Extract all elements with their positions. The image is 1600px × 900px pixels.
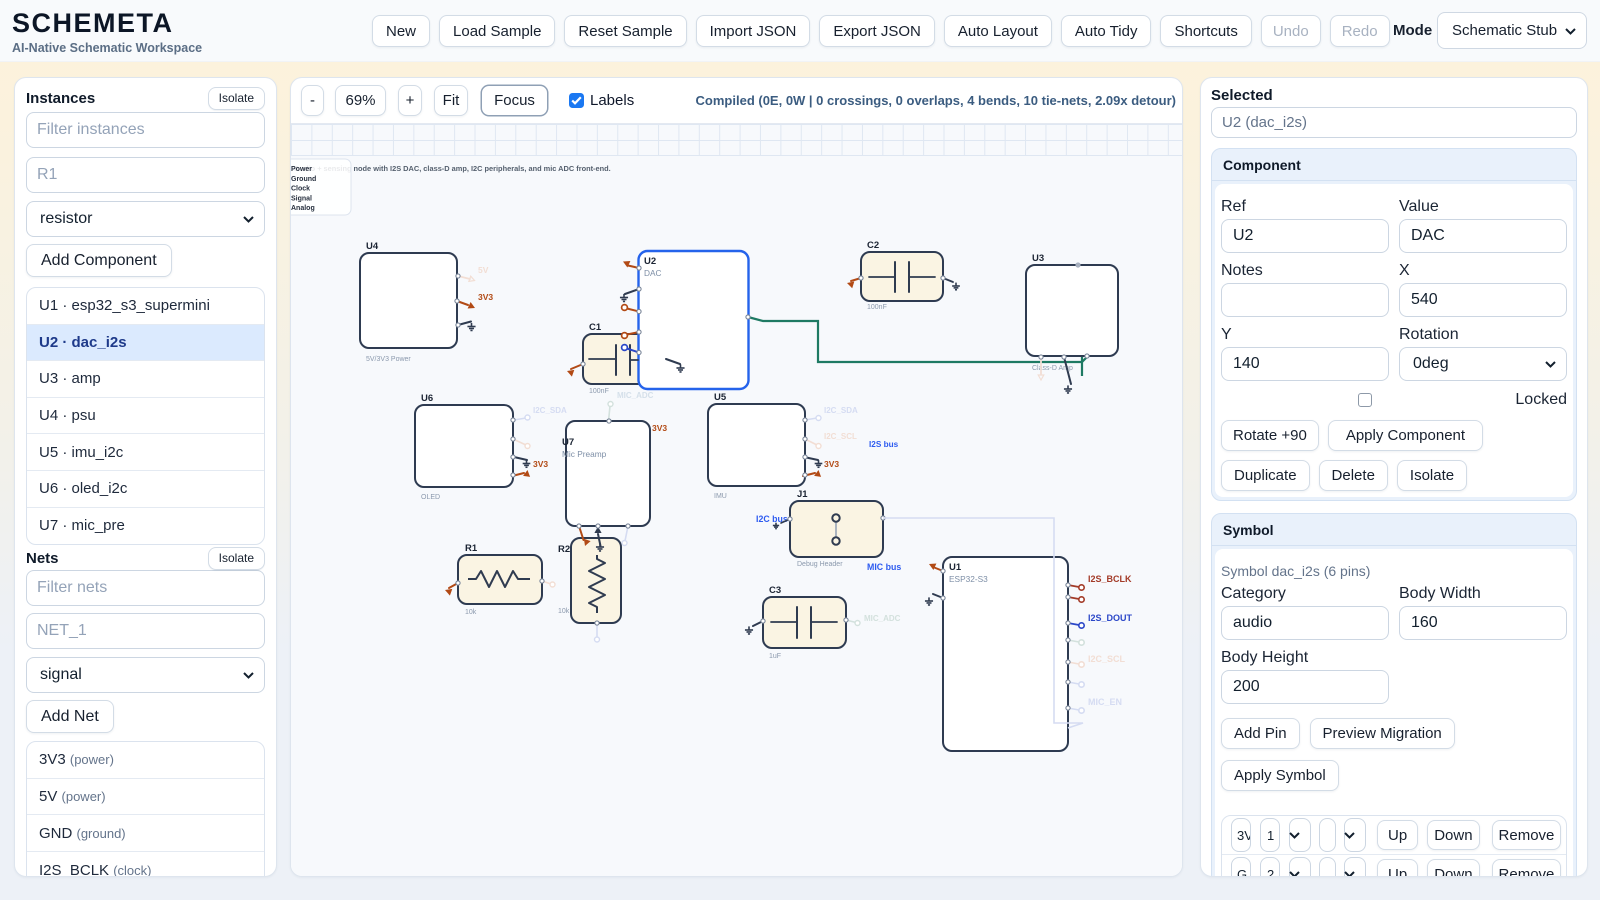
svg-text:I2S_BCLK: I2S_BCLK (1088, 574, 1132, 584)
svg-text:U5: U5 (714, 392, 727, 403)
svg-text:Clock: Clock (291, 186, 310, 193)
svg-text:node with I2S DAC, class-D amp: node with I2S DAC, class-D amp, I2C peri… (354, 164, 611, 173)
svg-text:100nF: 100nF (589, 388, 609, 395)
svg-text:I2C_SCL: I2C_SCL (1088, 654, 1126, 664)
svg-text:10k: 10k (465, 609, 477, 616)
svg-text:10k: 10k (558, 608, 570, 615)
svg-text:U2: U2 (644, 256, 656, 267)
svg-text:Mic Preamp: Mic Preamp (562, 449, 607, 459)
svg-text:3V3: 3V3 (824, 459, 839, 469)
svg-text:OLED: OLED (421, 494, 440, 501)
svg-text:U3: U3 (1032, 253, 1044, 264)
svg-text:5V: 5V (478, 265, 489, 275)
svg-text:U1: U1 (949, 562, 962, 573)
svg-text:I2S_DOUT: I2S_DOUT (1088, 613, 1133, 623)
svg-text:U6: U6 (421, 393, 433, 404)
svg-text:I2C_SCL: I2C_SCL (824, 432, 857, 441)
svg-text:Signal: Signal (291, 195, 312, 202)
svg-text:ESP32-S3: ESP32-S3 (949, 574, 988, 584)
svg-text:1uF: 1uF (769, 653, 781, 660)
svg-text:Debug Header: Debug Header (797, 561, 843, 568)
svg-text:U7: U7 (562, 437, 574, 448)
svg-text:3V3: 3V3 (478, 292, 493, 302)
svg-text:Analog: Analog (291, 205, 315, 212)
svg-text:J1: J1 (797, 489, 808, 500)
svg-text:MIC_EN: MIC_EN (1088, 697, 1122, 707)
svg-text:C2: C2 (867, 240, 879, 251)
svg-text:C1: C1 (589, 322, 602, 333)
svg-text:MIC_ADC: MIC_ADC (617, 391, 654, 400)
svg-text:I2C_SDA: I2C_SDA (533, 406, 567, 415)
svg-text:Power: Power (291, 166, 312, 173)
svg-text:MIC bus: MIC bus (867, 562, 901, 572)
svg-text:DAC: DAC (644, 268, 662, 278)
svg-text:C3: C3 (769, 585, 781, 596)
svg-text:U4: U4 (366, 241, 379, 252)
svg-text:5V/3V3 Power: 5V/3V3 Power (366, 356, 411, 363)
svg-text:Ground: Ground (291, 176, 316, 183)
svg-text:I2C_SDA: I2C_SDA (824, 406, 858, 415)
svg-text:R2: R2 (558, 544, 570, 555)
svg-text:3V3: 3V3 (652, 423, 667, 433)
svg-text:MIC_ADC: MIC_ADC (864, 614, 901, 623)
svg-text:R1: R1 (465, 543, 478, 554)
svg-text:100nF: 100nF (867, 304, 887, 311)
svg-text:3V3: 3V3 (533, 459, 548, 469)
svg-text:I2S bus: I2S bus (869, 440, 899, 449)
svg-text:IMU: IMU (714, 493, 727, 500)
